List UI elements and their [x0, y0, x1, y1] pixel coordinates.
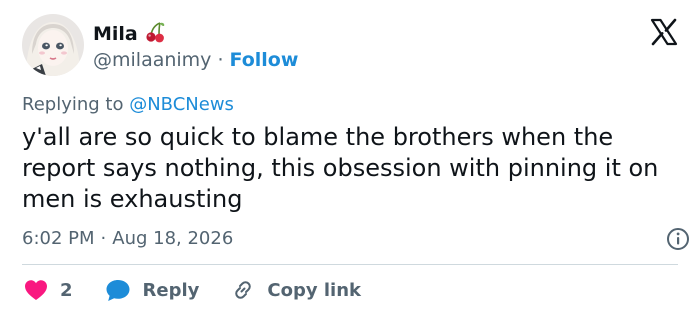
handle-row: @milaanimy · Follow [93, 49, 298, 71]
reply-bubble-icon [105, 278, 131, 302]
copy-link-button[interactable]: Copy link [231, 278, 361, 302]
tweet-date[interactable]: Aug 18, 2026 [112, 228, 233, 249]
reply-button[interactable]: Reply [105, 278, 200, 302]
like-count: 2 [60, 279, 73, 301]
link-icon [231, 278, 255, 302]
avatar[interactable] [22, 14, 84, 76]
replying-to: Replying to @NBCNews [22, 94, 234, 115]
name-row: Mila [93, 21, 166, 47]
follow-button[interactable]: Follow [229, 49, 298, 71]
reply-mention-link[interactable]: @NBCNews [129, 94, 234, 115]
x-logo-icon[interactable] [649, 17, 679, 47]
divider [22, 264, 678, 265]
like-button[interactable]: 2 [24, 279, 73, 301]
tweet-text: y'all are so quick to blame the brothers… [22, 123, 659, 213]
reply-label: Reply [142, 279, 200, 301]
separator-dot: · [100, 228, 107, 249]
separator-dot: · [217, 49, 224, 71]
tweet-header: Mila @milaanimy · Follow [22, 14, 682, 78]
cherry-emoji [144, 21, 166, 47]
display-name[interactable]: Mila [93, 23, 138, 45]
tweet-time[interactable]: 6:02 PM [22, 228, 95, 249]
action-bar: 2 Reply Copy link [22, 276, 361, 304]
tweet-meta: 6:02 PM · Aug 18, 2026 [22, 228, 233, 249]
replying-prefix: Replying to [22, 94, 124, 115]
copy-link-label: Copy link [267, 279, 361, 301]
heart-icon [24, 279, 48, 301]
info-icon[interactable] [666, 227, 690, 251]
author-handle[interactable]: @milaanimy [93, 49, 211, 71]
